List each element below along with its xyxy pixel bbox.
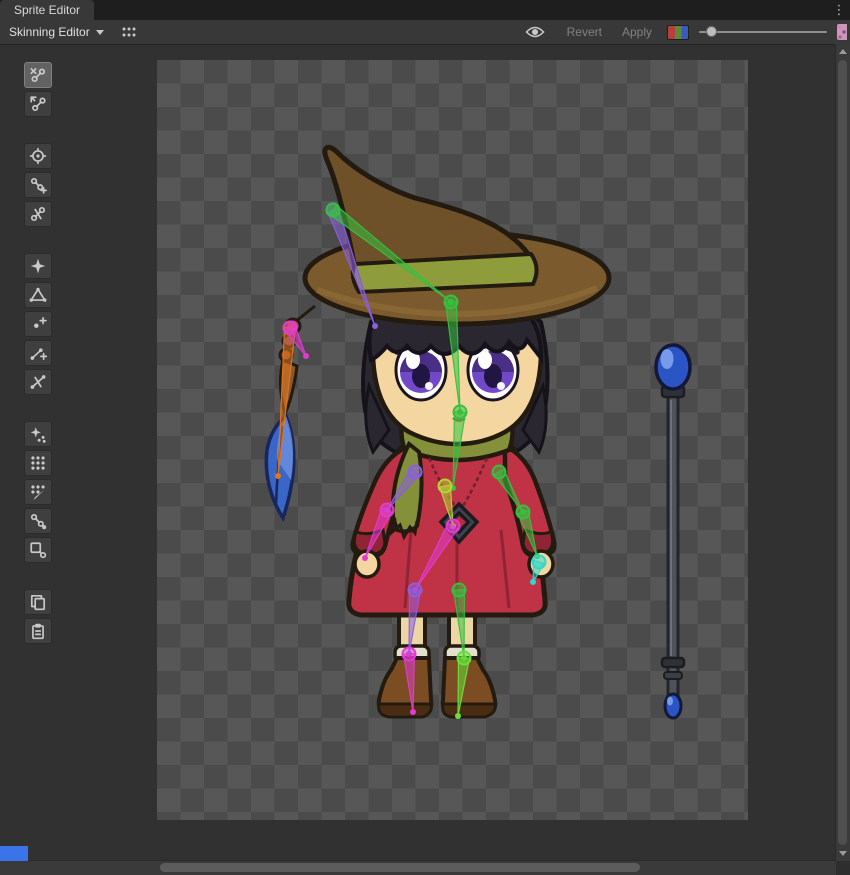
sprite-canvas[interactable]: [157, 60, 748, 820]
sprite-sheet-toggle-button[interactable]: [113, 22, 145, 42]
horizontal-scrollbar[interactable]: [0, 860, 836, 875]
bone-influence-tool-button[interactable]: [24, 508, 52, 534]
weights-slider-icon: [29, 454, 47, 472]
geometry-auto-icon: [29, 257, 47, 275]
scroll-up-arrow-icon[interactable]: [839, 49, 847, 54]
pose-tools: [24, 62, 52, 117]
weight-slider-tool-button[interactable]: [24, 450, 52, 476]
bone-restore-icon: [29, 95, 47, 113]
auto-weights-tool-button[interactable]: [24, 421, 52, 447]
apply-button[interactable]: Apply: [617, 23, 657, 41]
auto-geometry-tool-button[interactable]: [24, 253, 52, 279]
tab-title: Sprite Editor: [14, 3, 80, 17]
weight-brush-tool-button[interactable]: [24, 479, 52, 505]
texture-swatch: [837, 24, 847, 40]
joint-edit-icon: [29, 147, 47, 165]
weights-brush-icon: [29, 483, 47, 501]
edit-joints-tool-button[interactable]: [24, 143, 52, 169]
create-bone-tool-button[interactable]: [24, 172, 52, 198]
preview-pose-tool-button[interactable]: [24, 62, 52, 88]
weight-tools: [24, 421, 52, 563]
split-edge-tool-button[interactable]: [24, 369, 52, 395]
scrollbar-corner: [836, 861, 850, 875]
horizontal-scrollbar-thumb[interactable]: [160, 863, 640, 872]
bone-tools: [24, 143, 52, 227]
staff-gem: [665, 694, 681, 718]
boots: [379, 658, 496, 717]
revert-button[interactable]: Revert: [562, 23, 607, 41]
vertex-create-icon: [29, 315, 47, 333]
opacity-slider[interactable]: [699, 24, 827, 40]
create-vertex-tool-button[interactable]: [24, 311, 52, 337]
copy-tool-button[interactable]: [24, 589, 52, 615]
paste-icon: [29, 622, 47, 640]
edge-create-icon: [29, 344, 47, 362]
copy-icon: [29, 593, 47, 611]
tab-sprite-editor[interactable]: Sprite Editor: [0, 0, 94, 20]
geometry-edit-icon: [29, 286, 47, 304]
tab-bar: Sprite Editor ⋮: [0, 0, 850, 20]
opacity-slider-track[interactable]: [699, 31, 827, 33]
restore-pose-tool-button[interactable]: [24, 91, 52, 117]
create-edge-tool-button[interactable]: [24, 340, 52, 366]
sprite-influence-tool-button[interactable]: [24, 537, 52, 563]
overflow-menu-button[interactable]: ⋮: [831, 1, 847, 19]
scroll-down-arrow-icon[interactable]: [839, 851, 847, 856]
split-bone-tool-button[interactable]: [24, 201, 52, 227]
toolbar: Skinning Editor Revert Apply: [0, 20, 850, 45]
sprite-editor-window: Sprite Editor ⋮ Skinning Editor Revert A…: [0, 0, 850, 875]
chevron-down-icon: [96, 30, 104, 35]
vertical-scrollbar-thumb[interactable]: [838, 60, 847, 845]
sprite-view: [157, 60, 748, 820]
overlay-color-swatch[interactable]: [667, 25, 689, 40]
mode-dropdown-label: Skinning Editor: [9, 25, 90, 39]
bone-split-icon: [29, 205, 47, 223]
edge-split-icon: [29, 373, 47, 391]
witch-character-sprite[interactable]: [266, 147, 609, 717]
staff-orb: [656, 345, 690, 389]
bone-slash-icon: [29, 66, 47, 84]
clipboard-tools: [24, 589, 52, 644]
witch-hat: [305, 147, 609, 324]
vertical-scrollbar[interactable]: [835, 44, 850, 861]
bottom-left-badge: [0, 846, 28, 861]
bone-influence-icon: [29, 512, 47, 530]
toolbar-right-group: Revert Apply: [518, 23, 850, 41]
weights-auto-icon: [29, 425, 47, 443]
opacity-slider-handle[interactable]: [706, 26, 717, 37]
geometry-tools: [24, 253, 52, 395]
bone-create-icon: [29, 176, 47, 194]
visibility-button[interactable]: [518, 23, 552, 41]
staff-sprite[interactable]: [656, 345, 690, 718]
tool-sidebar: [24, 62, 52, 670]
edit-geometry-tool-button[interactable]: [24, 282, 52, 308]
sprite-grid-icon: [120, 24, 138, 40]
paste-tool-button[interactable]: [24, 618, 52, 644]
eye-icon: [525, 25, 545, 39]
mode-dropdown[interactable]: Skinning Editor: [0, 20, 113, 44]
sprite-influence-icon: [29, 541, 47, 559]
